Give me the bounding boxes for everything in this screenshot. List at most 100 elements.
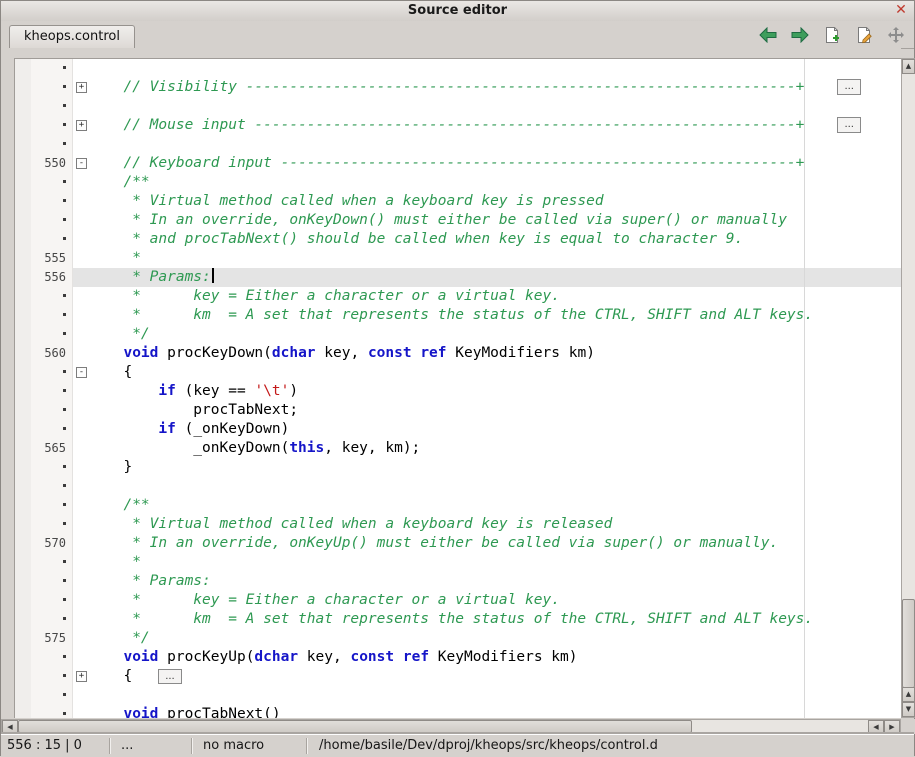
code-line[interactable]: procTabNext; [15,401,901,420]
fold-expand-toggle[interactable]: + [76,671,87,682]
detach-button[interactable] [886,25,906,45]
code-line[interactable]: * and procTabNext() should be called whe… [15,230,901,249]
code-line[interactable]: + // Mouse input -----------------------… [15,116,901,135]
code-text[interactable]: */ [99,325,901,344]
code-line[interactable]: 560 void procKeyDown(dchar key, const re… [15,344,901,363]
fold-collapse-toggle[interactable]: - [76,367,87,378]
code-line[interactable]: 555 * [15,249,901,268]
code-text[interactable]: if (key == '\t') [99,382,901,401]
code-text[interactable]: /** [99,496,901,515]
code-line[interactable]: * key = Either a character or a virtual … [15,591,901,610]
code-text[interactable]: {... [99,667,901,686]
code-line[interactable]: * Virtual method called when a keyboard … [15,192,901,211]
code-line[interactable]: * Params: [15,572,901,591]
code-text[interactable]: { [99,363,901,382]
code-line[interactable]: + {... [15,667,901,686]
code-line[interactable] [15,477,901,496]
code-line[interactable]: } [15,458,901,477]
vertical-scrollbar[interactable]: ▲ ▲ ▼ [901,58,915,718]
code-text[interactable]: // Mouse input -------------------------… [99,116,901,135]
code-text[interactable]: * km = A set that represents the status … [99,306,901,325]
code-line[interactable]: * [15,553,901,572]
line-number [31,496,73,515]
code-text[interactable]: */ [99,629,901,648]
code-line[interactable]: if (_onKeyDown) [15,420,901,439]
code-line[interactable]: * key = Either a character or a virtual … [15,287,901,306]
code-text[interactable] [99,135,901,154]
code-line[interactable]: /** [15,496,901,515]
code-line[interactable] [15,97,901,116]
code-line[interactable]: * Virtual method called when a keyboard … [15,515,901,534]
scroll-up-button[interactable]: ▲ [902,59,915,74]
collapsed-fold-ellipsis[interactable]: ... [158,669,182,684]
code-line[interactable]: + // Visibility ------------------------… [15,78,901,97]
code-text[interactable]: * Params: [99,268,901,287]
code-line[interactable]: - { [15,363,901,382]
code-text[interactable]: * km = A set that represents the status … [99,610,901,629]
line-number [31,610,73,629]
code-text[interactable]: * In an override, onKeyDown() must eithe… [99,211,901,230]
scroll-left-button-2[interactable]: ◀ [868,720,884,733]
line-number [31,667,73,686]
code-line[interactable] [15,59,901,78]
vertical-scrollbar-thumb[interactable] [902,599,915,688]
code-text[interactable] [99,97,901,116]
go-back-button[interactable] [758,25,778,45]
code-line[interactable]: /** [15,173,901,192]
code-line[interactable] [15,135,901,154]
code-text[interactable]: * [99,249,901,268]
code-text[interactable] [99,59,901,78]
code-line[interactable]: * km = A set that represents the status … [15,610,901,629]
code-text[interactable]: * key = Either a character or a virtual … [99,591,901,610]
code-line[interactable]: * km = A set that represents the status … [15,306,901,325]
code-text[interactable]: void procKeyUp(dchar key, const ref KeyM… [99,648,901,667]
code-segment: procTabNext() [158,706,280,718]
code-line[interactable]: 556 * Params: [15,268,901,287]
collapsed-fold-ellipsis[interactable]: ... [837,117,861,133]
code-text[interactable]: * Virtual method called when a keyboard … [99,192,901,211]
code-line[interactable]: 575 */ [15,629,901,648]
code-line[interactable]: 550- // Keyboard input -----------------… [15,154,901,173]
horizontal-scrollbar-thumb[interactable] [18,720,692,733]
fold-expand-toggle[interactable]: + [76,120,87,131]
code-text[interactable]: procTabNext; [99,401,901,420]
scroll-right-button[interactable]: ▶ [884,720,900,733]
code-line[interactable]: * In an override, onKeyDown() must eithe… [15,211,901,230]
document-button[interactable] [822,25,842,45]
scroll-up-button-2[interactable]: ▲ [902,687,915,702]
horizontal-scrollbar[interactable]: ◀ ◀ ▶ [1,719,901,734]
code-text[interactable]: /** [99,173,901,192]
code-text[interactable]: * key = Either a character or a virtual … [99,287,901,306]
code-text[interactable]: void procKeyDown(dchar key, const ref Ke… [99,344,901,363]
code-text[interactable]: * and procTabNext() should be called whe… [99,230,901,249]
code-line[interactable]: 570 * In an override, onKeyUp() must eit… [15,534,901,553]
code-line[interactable]: */ [15,325,901,344]
fold-expand-toggle[interactable]: + [76,82,87,93]
scroll-down-button[interactable]: ▼ [902,702,915,717]
code-line[interactable]: 565 _onKeyDown(this, key, km); [15,439,901,458]
tab-kheops-control[interactable]: kheops.control [9,25,135,48]
document-edit-button[interactable] [854,25,874,45]
code-text[interactable]: // Keyboard input ----------------------… [99,154,901,173]
code-text[interactable]: if (_onKeyDown) [99,420,901,439]
close-button[interactable]: ✕ [893,1,909,20]
code-text[interactable] [99,477,901,496]
code-text[interactable]: * In an override, onKeyUp() must either … [99,534,901,553]
scroll-left-button[interactable]: ◀ [2,720,18,733]
code-text[interactable]: } [99,458,901,477]
code-text[interactable]: void procTabNext() [99,705,901,718]
code-text[interactable]: // Visibility --------------------------… [99,78,901,97]
code-line[interactable]: if (key == '\t') [15,382,901,401]
collapsed-fold-ellipsis[interactable]: ... [837,79,861,95]
code-line[interactable]: void procTabNext() [15,705,901,718]
code-line[interactable]: void procKeyUp(dchar key, const ref KeyM… [15,648,901,667]
code-editor[interactable]: + // Visibility ------------------------… [14,58,901,718]
code-text[interactable]: * Virtual method called when a keyboard … [99,515,901,534]
code-text[interactable]: _onKeyDown(this, key, km); [99,439,901,458]
code-text[interactable]: * Params: [99,572,901,591]
code-text[interactable] [99,686,901,705]
code-line[interactable] [15,686,901,705]
go-forward-button[interactable] [790,25,810,45]
fold-collapse-toggle[interactable]: - [76,158,87,169]
code-text[interactable]: * [99,553,901,572]
